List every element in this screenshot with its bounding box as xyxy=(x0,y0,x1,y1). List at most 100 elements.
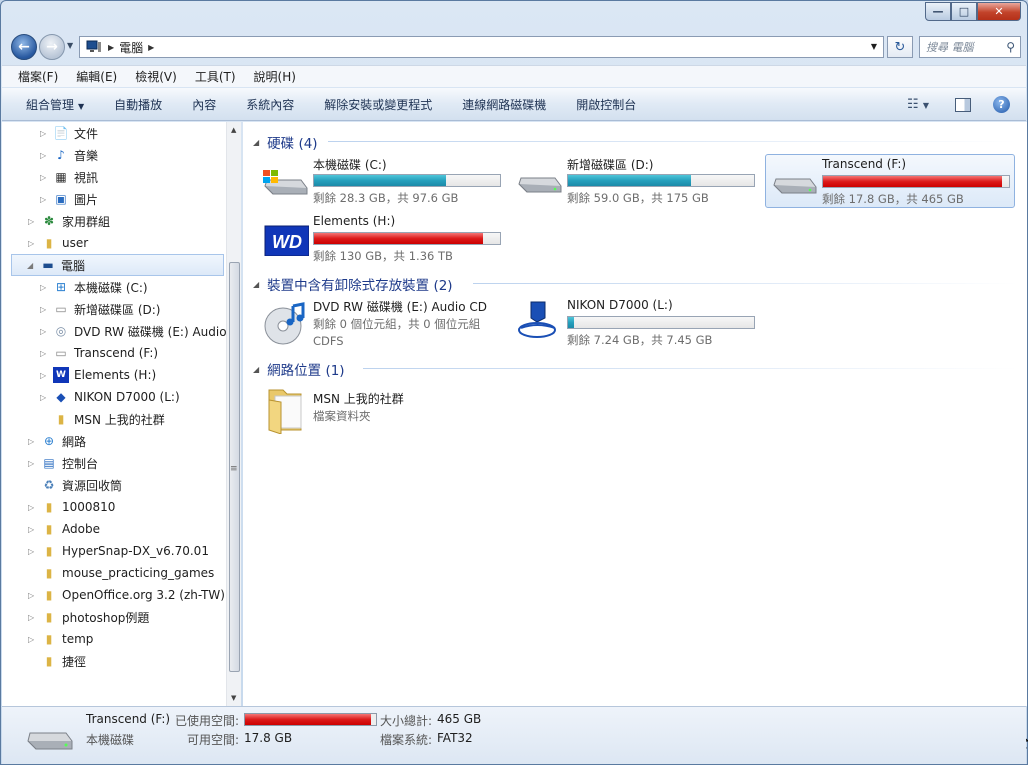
expand-arrow-icon[interactable]: ▷ xyxy=(40,327,50,336)
collapse-triangle-icon[interactable]: ◢ xyxy=(253,138,259,147)
drive-tile-d[interactable]: 新增磁碟區 (D:) 剩餘 59.0 GB，共 175 GB xyxy=(511,154,761,208)
nav-item[interactable]: ▮ MSN 上我的社群 xyxy=(40,408,165,430)
minimize-button[interactable]: — xyxy=(925,2,951,21)
network-location-msn[interactable]: MSN 上我的社群 檔案資料夾 xyxy=(257,384,507,438)
expand-arrow-icon[interactable]: ▷ xyxy=(40,305,50,314)
menu-view[interactable]: 檢視(V) xyxy=(135,68,177,85)
uninstall-program-button[interactable]: 解除安裝或變更程式 xyxy=(324,96,432,113)
expand-arrow-icon[interactable]: ▷ xyxy=(28,437,38,446)
drive-file-system: CDFS xyxy=(313,334,344,348)
nav-item[interactable]: ▷ ◆ NIKON D7000 (L:) xyxy=(40,386,180,408)
nav-item[interactable]: ▷ ▭ Transcend (F:) xyxy=(40,342,158,364)
nav-item[interactable]: ▷ ▦ 視訊 xyxy=(40,166,98,188)
refresh-button[interactable]: ↻ xyxy=(887,36,913,58)
group-divider xyxy=(363,368,1018,369)
drive-tile-c[interactable]: 本機磁碟 (C:) 剩餘 28.3 GB，共 97.6 GB xyxy=(257,154,507,208)
menu-edit[interactable]: 編輯(E) xyxy=(76,68,117,85)
autoplay-button[interactable]: 自動播放 xyxy=(114,96,162,113)
folder-icon: ▮ xyxy=(57,412,65,426)
nav-item[interactable]: ▷ ◎ DVD RW 磁碟機 (E:) Audio C xyxy=(40,320,226,342)
nav-item[interactable]: ♻ 資源回收筒 xyxy=(28,474,122,496)
nav-item[interactable]: ▷ ▮ HyperSnap-DX_v6.70.01 xyxy=(28,540,209,562)
system-properties-button[interactable]: 系統內容 xyxy=(246,96,294,113)
nav-item[interactable]: ▷ ✽ 家用群組 xyxy=(28,210,110,232)
maximize-button[interactable]: □ xyxy=(951,2,977,21)
breadcrumb-separator-icon[interactable]: ▶ xyxy=(108,43,114,52)
drive-free-space: 剩餘 130 GB，共 1.36 TB xyxy=(313,249,453,263)
navigation-scrollbar[interactable]: ▲ ≡ ▼ xyxy=(226,122,241,706)
scroll-up-icon[interactable]: ▲ xyxy=(231,126,236,134)
map-network-drive-button[interactable]: 連線網路磁碟機 xyxy=(462,96,546,113)
menu-file[interactable]: 檔案(F) xyxy=(18,68,58,85)
nav-item[interactable]: ◢ ▬ 電腦 xyxy=(11,254,224,276)
preview-pane-button[interactable] xyxy=(955,97,971,112)
recent-pages-dropdown[interactable]: ▼ xyxy=(67,41,73,50)
back-button[interactable]: ← xyxy=(11,34,37,60)
nav-item[interactable]: ▷ ▮ user xyxy=(28,232,88,254)
organize-button[interactable]: 組合管理 ▼ xyxy=(26,96,84,113)
nav-item[interactable]: ▷ ▭ 新增磁碟區 (D:) xyxy=(40,298,160,320)
expand-arrow-icon[interactable]: ▷ xyxy=(40,173,50,182)
nav-item[interactable]: ▮ mouse_practicing_games xyxy=(28,562,215,584)
nav-item-label: MSN 上我的社群 xyxy=(74,412,165,427)
close-button[interactable]: ✕ xyxy=(977,2,1021,21)
nav-item[interactable]: ▷ ▮ OpenOffice.org 3.2 (zh-TW) I xyxy=(28,584,226,606)
expand-arrow-icon[interactable]: ▷ xyxy=(28,635,38,644)
group-header-network[interactable]: ◢ 網路位置 (1) xyxy=(253,359,1018,379)
menu-help[interactable]: 說明(H) xyxy=(254,68,296,85)
expand-arrow-icon[interactable]: ▷ xyxy=(40,283,50,292)
expand-arrow-icon[interactable]: ▷ xyxy=(28,547,38,556)
nav-item[interactable]: ▮ 捷徑 xyxy=(28,650,86,672)
group-header-removable[interactable]: ◢ 裝置中含有卸除式存放裝置 (2) xyxy=(253,274,1018,294)
nav-item[interactable]: ▷ ♪ 音樂 xyxy=(40,144,98,166)
open-control-panel-button[interactable]: 開啟控制台 xyxy=(576,96,636,113)
properties-button[interactable]: 內容 xyxy=(192,96,216,113)
expand-arrow-icon[interactable]: ▷ xyxy=(28,239,38,248)
nav-item[interactable]: ▷ W Elements (H:) xyxy=(40,364,156,386)
free-space-value: 17.8 GB xyxy=(244,731,293,745)
expand-arrow-icon[interactable]: ▷ xyxy=(40,151,50,160)
help-button[interactable]: ? xyxy=(993,96,1010,113)
group-divider xyxy=(328,141,1018,142)
nav-item[interactable]: ▷ ▮ 1000810 xyxy=(28,496,115,518)
expand-arrow-icon[interactable]: ▷ xyxy=(28,591,38,600)
drive-tile-e[interactable]: DVD RW 磁碟機 (E:) Audio CD 剩餘 0 個位元組，共 0 個… xyxy=(257,296,507,352)
expand-arrow-icon[interactable]: ▷ xyxy=(28,217,38,226)
address-bar[interactable]: ▶ 電腦 ▶ ▼ xyxy=(79,36,884,58)
nav-item[interactable]: ▷ ▮ temp xyxy=(28,628,93,650)
group-header-hard-disks[interactable]: ◢ 硬碟 (4) xyxy=(253,132,1018,152)
expand-arrow-icon[interactable]: ▷ xyxy=(28,613,38,622)
drive-tile-f[interactable]: Transcend (F:) 剩餘 17.8 GB，共 465 GB xyxy=(765,154,1015,208)
expand-arrow-icon[interactable]: ▷ xyxy=(40,129,50,138)
drive-tile-h[interactable]: WD Elements (H:) 剩餘 130 GB，共 1.36 TB xyxy=(257,212,507,266)
nav-item[interactable]: ▷ ▮ photoshop例題 xyxy=(28,606,149,628)
expand-arrow-icon[interactable]: ▷ xyxy=(40,393,50,402)
collapse-triangle-icon[interactable]: ◢ xyxy=(253,365,259,374)
expand-arrow-icon[interactable]: ▷ xyxy=(28,525,38,534)
expand-arrow-icon[interactable]: ▷ xyxy=(28,503,38,512)
search-input[interactable]: 搜尋 電腦 ⚲ xyxy=(919,36,1021,58)
nav-item[interactable]: ▷ ▮ Adobe xyxy=(28,518,100,540)
menu-tools[interactable]: 工具(T) xyxy=(195,68,236,85)
drive-name: 新增磁碟區 (D:) xyxy=(567,158,654,172)
expand-arrow-icon[interactable]: ▷ xyxy=(28,459,38,468)
nav-item[interactable]: ▷ ⊞ 本機磁碟 (C:) xyxy=(40,276,148,298)
drive-tile-l[interactable]: NIKON D7000 (L:) 剩餘 7.24 GB，共 7.45 GB xyxy=(511,296,761,350)
expand-arrow-icon[interactable]: ▷ xyxy=(40,371,50,380)
breadcrumb-computer[interactable]: 電腦 xyxy=(119,39,143,56)
expand-arrow-icon[interactable]: ◢ xyxy=(27,261,37,270)
nav-item[interactable]: ▷ ⊕ 網路 xyxy=(28,430,86,452)
expand-arrow-icon[interactable]: ▷ xyxy=(40,349,50,358)
nav-item[interactable]: ▷ ▤ 控制台 xyxy=(28,452,98,474)
nav-item[interactable]: ▷ ▣ 圖片 xyxy=(40,188,98,210)
breadcrumb-separator-icon[interactable]: ▶ xyxy=(148,43,154,52)
folder-icon: ▮ xyxy=(45,522,53,536)
nav-item[interactable]: ▷ 📄 文件 xyxy=(40,122,98,144)
forward-button[interactable]: → xyxy=(39,34,65,60)
expand-arrow-icon[interactable]: ▷ xyxy=(40,195,50,204)
scroll-down-icon[interactable]: ▼ xyxy=(231,694,236,702)
collapse-triangle-icon[interactable]: ◢ xyxy=(253,280,259,289)
change-view-button[interactable]: ☷ ▼ xyxy=(907,97,929,112)
location-type: 檔案資料夾 xyxy=(313,409,371,423)
address-dropdown-icon[interactable]: ▼ xyxy=(871,42,877,51)
